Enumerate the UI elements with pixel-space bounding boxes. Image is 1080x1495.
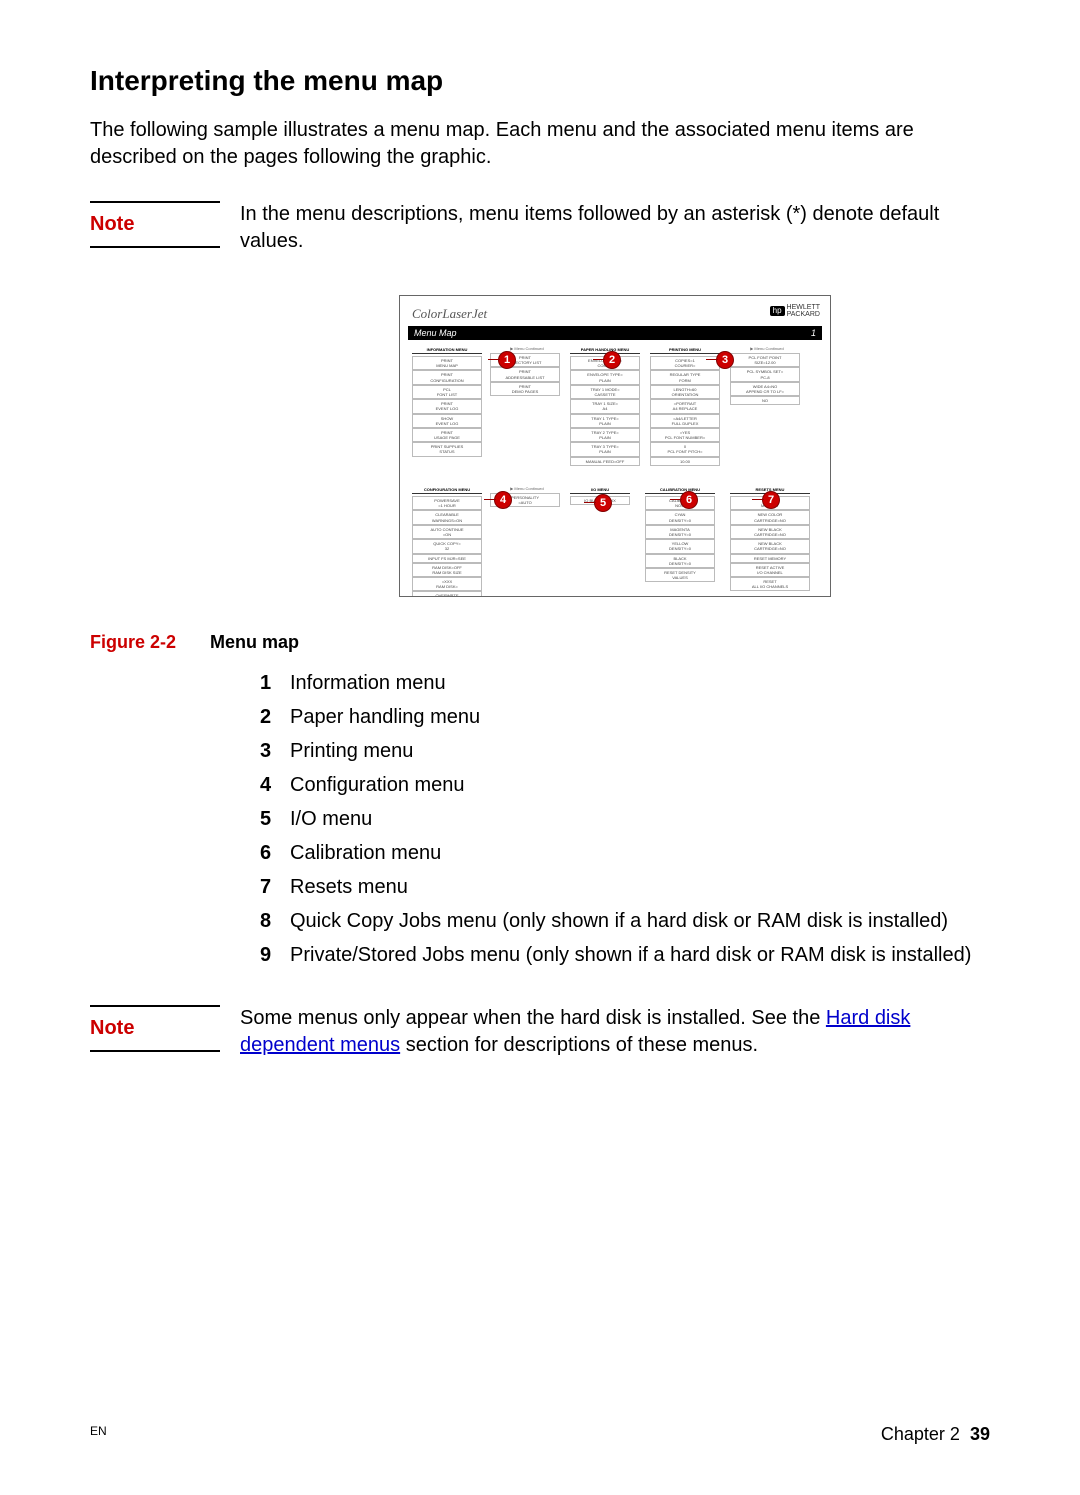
key-number: 6 bbox=[260, 838, 290, 868]
callout-4: 4 bbox=[494, 491, 512, 509]
key-number: 4 bbox=[260, 770, 290, 800]
menu-column: PRINTING MENUCOPIES=1COURIER=REGULAR TYP… bbox=[650, 346, 720, 466]
key-number: 5 bbox=[260, 804, 290, 834]
callout-2: 2 bbox=[603, 351, 621, 369]
page-heading: Interpreting the menu map bbox=[90, 65, 990, 97]
intro-paragraph: The following sample illustrates a menu … bbox=[90, 117, 990, 171]
callout-5: 5 bbox=[594, 494, 612, 512]
key-item: 5I/O menu bbox=[260, 804, 990, 834]
note-text: In the menu descriptions, menu items fol… bbox=[240, 201, 990, 255]
key-number: 3 bbox=[260, 736, 290, 766]
callout-6: 6 bbox=[680, 491, 698, 509]
key-item: 1Information menu bbox=[260, 668, 990, 698]
note-label: Note bbox=[90, 213, 240, 236]
key-text: Calibration menu bbox=[290, 838, 441, 868]
key-number: 1 bbox=[260, 668, 290, 698]
menu-column: INFORMATION MENUPRINTMENU MAPPRINTCONFIG… bbox=[412, 346, 482, 457]
key-item: 9Private/Stored Jobs menu (only shown if… bbox=[260, 940, 990, 970]
key-item: 3Printing menu bbox=[260, 736, 990, 766]
key-number: 8 bbox=[260, 906, 290, 936]
key-item: 8Quick Copy Jobs menu (only shown if a h… bbox=[260, 906, 990, 936]
hp-logo: hpHEWLETT PACKARD bbox=[770, 304, 820, 318]
key-number: 2 bbox=[260, 702, 290, 732]
brand-text: ColorLaserJet bbox=[412, 306, 487, 322]
figure-title: Menu map bbox=[210, 632, 299, 653]
key-text: Printing menu bbox=[290, 736, 413, 766]
key-item: 2Paper handling menu bbox=[260, 702, 990, 732]
figure-number: Figure 2-2 bbox=[90, 632, 210, 653]
callout-1: 1 bbox=[498, 351, 516, 369]
key-item: 4Configuration menu bbox=[260, 770, 990, 800]
key-text: Paper handling menu bbox=[290, 702, 480, 732]
note-block-1: Note In the menu descriptions, menu item… bbox=[90, 201, 990, 255]
figure-caption: Figure 2-2 Menu map bbox=[90, 632, 990, 653]
page: Interpreting the menu map The following … bbox=[0, 0, 1080, 1495]
key-text: I/O menu bbox=[290, 804, 372, 834]
key-text: Information menu bbox=[290, 668, 446, 698]
menu-column: CONFIGURATION MENUPOWERSAVE=1 HOURCLEARA… bbox=[412, 486, 482, 597]
note-label: Note bbox=[90, 1017, 240, 1040]
key-item: 7Resets menu bbox=[260, 872, 990, 902]
menu-map-titlebar: Menu Map 1 bbox=[408, 326, 822, 340]
menu-column: ▶ Menu ContinuedPCL FONT POINTSIZE=12.00… bbox=[730, 346, 800, 405]
callout-7: 7 bbox=[762, 491, 780, 509]
footer-left: EN bbox=[90, 1424, 107, 1445]
footer-right: Chapter 2 39 bbox=[881, 1424, 990, 1445]
note-block-2: Note Some menus only appear when the har… bbox=[90, 1005, 990, 1059]
figure-key-list: 1Information menu2Paper handling menu3Pr… bbox=[260, 668, 990, 970]
key-item: 6Calibration menu bbox=[260, 838, 990, 868]
key-text: Private/Stored Jobs menu (only shown if … bbox=[290, 940, 971, 970]
key-number: 9 bbox=[260, 940, 290, 970]
note-text: Some menus only appear when the hard dis… bbox=[240, 1005, 990, 1059]
key-text: Quick Copy Jobs menu (only shown if a ha… bbox=[290, 906, 948, 936]
page-footer: EN Chapter 2 39 bbox=[90, 1424, 990, 1445]
menu-map-image: ColorLaserJet hpHEWLETT PACKARD Menu Map… bbox=[399, 295, 831, 597]
callout-3: 3 bbox=[716, 351, 734, 369]
key-text: Resets menu bbox=[290, 872, 408, 902]
key-number: 7 bbox=[260, 872, 290, 902]
figure: ColorLaserJet hpHEWLETT PACKARD Menu Map… bbox=[240, 295, 990, 602]
key-text: Configuration menu bbox=[290, 770, 465, 800]
